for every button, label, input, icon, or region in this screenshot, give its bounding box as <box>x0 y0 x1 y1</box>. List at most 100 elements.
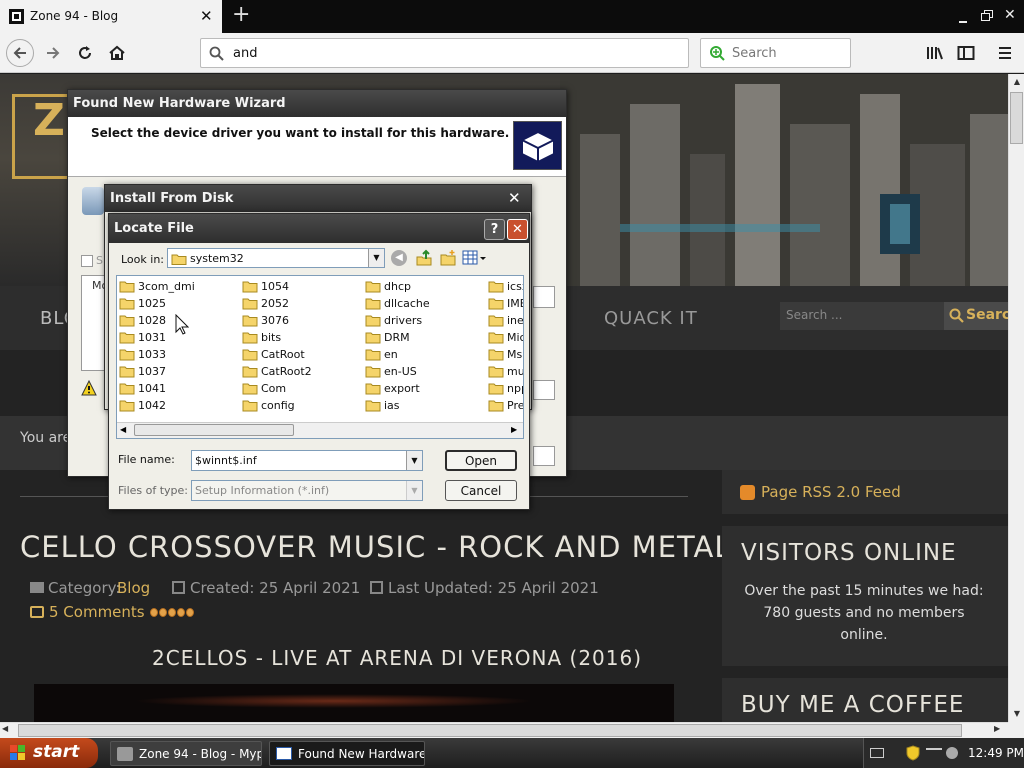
show-compatible-checkbox[interactable] <box>81 255 93 267</box>
rating-star-icon[interactable] <box>186 608 194 617</box>
rating-star-icon[interactable] <box>159 608 167 617</box>
home-button[interactable] <box>103 39 131 67</box>
scroll-up-arrow-icon[interactable]: ▲ <box>1010 74 1024 90</box>
keyboard-icon[interactable] <box>870 748 884 758</box>
site-logo[interactable]: Z <box>12 94 70 179</box>
folder-item[interactable]: IME <box>488 295 523 312</box>
forward-button[interactable] <box>39 39 67 67</box>
nav-item-quack-it[interactable]: QUACK IT <box>604 308 698 329</box>
folder-item[interactable]: DRM <box>365 329 410 346</box>
rating-stars[interactable] <box>150 608 194 618</box>
folder-name: 3076 <box>261 314 289 327</box>
folder-item[interactable]: bits <box>242 329 281 346</box>
folder-item[interactable]: Com <box>242 380 286 397</box>
scroll-down-arrow-icon[interactable]: ▼ <box>1010 706 1024 722</box>
site-search-input[interactable]: Search ... <box>780 302 944 330</box>
vertical-scrollbar[interactable]: ▲ ▼ <box>1008 74 1024 722</box>
folder-item[interactable]: en <box>365 346 398 363</box>
vertical-scroll-thumb[interactable] <box>1010 92 1023 144</box>
file-list-scroll-thumb[interactable] <box>134 424 294 436</box>
folder-item[interactable]: mui <box>488 363 523 380</box>
folder-item[interactable]: 1028 <box>119 312 166 329</box>
up-folder-icon[interactable] <box>415 249 433 267</box>
window-close-icon[interactable]: ✕ <box>1004 7 1016 23</box>
folder-item[interactable]: icsxml <box>488 278 523 295</box>
file-name-label: File name: <box>118 453 175 466</box>
folder-item[interactable]: CatRoot <box>242 346 305 363</box>
folder-item[interactable]: 2052 <box>242 295 289 312</box>
scroll-left-arrow-icon[interactable]: ◀ <box>2 724 8 733</box>
rating-star-icon[interactable] <box>168 608 176 617</box>
folder-item[interactable]: 3com_dmi <box>119 278 195 295</box>
open-button[interactable]: Open <box>445 450 517 471</box>
scroll-right-arrow-icon[interactable]: ▶ <box>994 724 1000 733</box>
folder-item[interactable]: ias <box>365 397 400 414</box>
folder-icon <box>242 332 258 344</box>
network-icon[interactable] <box>926 748 942 758</box>
folder-item[interactable]: dllcache <box>365 295 430 312</box>
horizontal-scroll-thumb[interactable] <box>18 724 962 737</box>
category-link[interactable]: Blog <box>117 579 150 597</box>
url-bar[interactable]: and <box>200 38 689 68</box>
folder-item[interactable]: 1037 <box>119 363 166 380</box>
taskbar-item-browser[interactable]: Zone 94 - Blog - Mypal <box>110 741 262 766</box>
folder-item[interactable]: 1054 <box>242 278 289 295</box>
folder-item[interactable]: 3076 <box>242 312 289 329</box>
cancel-button[interactable]: Cancel <box>445 480 517 501</box>
new-tab-button[interactable]: + <box>232 2 250 27</box>
folder-item[interactable]: 1042 <box>119 397 166 414</box>
folder-item[interactable]: config <box>242 397 295 414</box>
taskbar-item-hardware-wizard[interactable]: Found New Hardware... <box>269 741 425 766</box>
folder-item[interactable]: en-US <box>365 363 417 380</box>
tab-close-icon[interactable]: ✕ <box>200 7 213 25</box>
menu-button[interactable] <box>991 39 1019 67</box>
look-in-select[interactable]: system32 ▼ <box>167 248 385 268</box>
volume-icon[interactable] <box>946 747 958 759</box>
locate-file-close-button[interactable]: ✕ <box>507 219 528 240</box>
security-shield-icon[interactable] <box>906 745 920 761</box>
file-list-scroll-right-icon[interactable]: ▶ <box>511 425 517 434</box>
window-minimize-icon[interactable] <box>956 9 970 25</box>
folder-item[interactable]: inetsrv <box>488 312 523 329</box>
file-list[interactable]: 3com_dmi 1025 1028 1031 1033 1037 1041 1042 1054… <box>116 275 524 439</box>
folder-item[interactable]: drivers <box>365 312 422 329</box>
browser-tab[interactable]: Zone 94 - Blog ✕ <box>0 0 222 33</box>
video-thumbnail[interactable] <box>34 684 674 722</box>
look-in-dropdown-arrow-icon[interactable]: ▼ <box>368 249 384 267</box>
reload-button[interactable] <box>71 39 99 67</box>
folder-item[interactable]: 1033 <box>119 346 166 363</box>
folder-item[interactable]: CatRoot2 <box>242 363 312 380</box>
folder-item[interactable]: 1025 <box>119 295 166 312</box>
help-button[interactable]: ? <box>484 219 505 240</box>
back-nav-icon[interactable]: ◀ <box>391 250 407 266</box>
file-list-hscrollbar[interactable]: ◀ ▶ <box>117 422 523 438</box>
browser-search-box[interactable]: Search <box>700 38 851 68</box>
rating-star-icon[interactable] <box>177 608 185 617</box>
folder-item[interactable]: 1031 <box>119 329 166 346</box>
folder-item[interactable]: dhcp <box>365 278 411 295</box>
file-name-input[interactable]: $winnt$.inf ▼ <box>191 450 423 471</box>
folder-item[interactable]: 1041 <box>119 380 166 397</box>
horizontal-scrollbar[interactable]: ◀ ▶ <box>0 722 1008 738</box>
file-name-dropdown-arrow-icon[interactable]: ▼ <box>406 451 422 470</box>
site-search-button[interactable]: Search <box>944 302 1008 330</box>
back-button[interactable] <box>6 39 34 67</box>
folder-icon <box>242 281 258 293</box>
start-button[interactable]: start <box>0 738 98 768</box>
install-from-disk-close-icon[interactable]: ✕ <box>508 189 521 207</box>
warning-icon <box>81 380 97 396</box>
folder-item[interactable]: npp <box>488 380 523 397</box>
comments-link[interactable]: 5 Comments <box>49 603 145 621</box>
file-list-scroll-left-icon[interactable]: ◀ <box>120 425 126 434</box>
folder-item[interactable]: Prefetch <box>488 397 523 414</box>
sidebar-button[interactable] <box>952 39 980 67</box>
window-restore-icon[interactable] <box>980 9 994 23</box>
library-button[interactable] <box>921 39 949 67</box>
new-folder-icon[interactable] <box>439 249 457 267</box>
rating-star-icon[interactable] <box>150 608 158 617</box>
view-menu-icon[interactable] <box>462 250 488 266</box>
folder-item[interactable]: MsDtc <box>488 346 523 363</box>
folder-item[interactable]: Microsoft <box>488 329 523 346</box>
rss-link[interactable]: Page RSS 2.0 Feed <box>761 483 901 501</box>
folder-item[interactable]: export <box>365 380 420 397</box>
